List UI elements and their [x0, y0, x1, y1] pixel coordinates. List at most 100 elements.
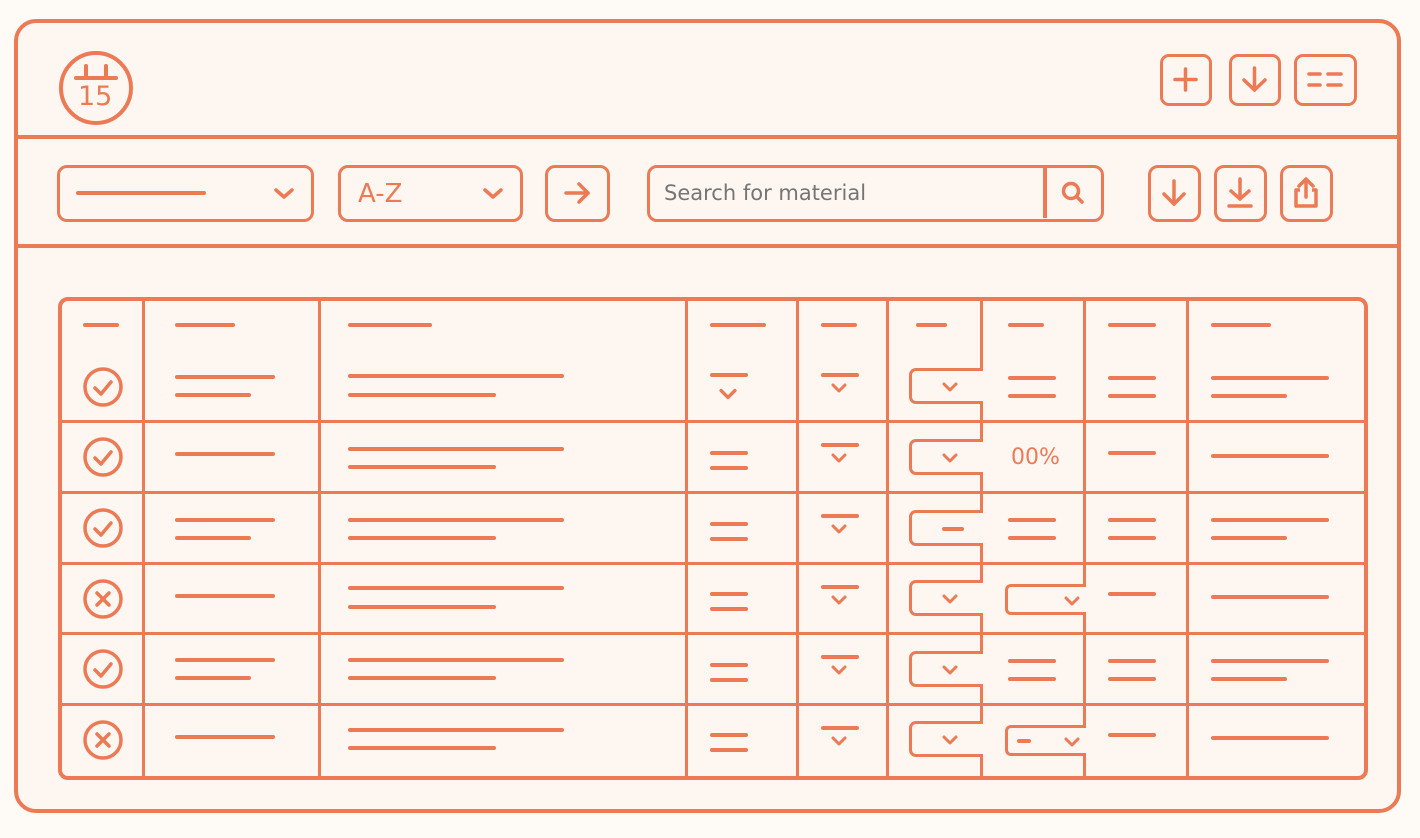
table-cell: [889, 494, 983, 565]
dropdown-select[interactable]: [909, 580, 983, 616]
text-placeholder: [348, 658, 564, 662]
table-row[interactable]: [62, 635, 1364, 706]
table-cell: [799, 494, 889, 565]
table-cell: [889, 635, 983, 706]
table-row[interactable]: 00%: [62, 423, 1364, 494]
text-placeholder: [1008, 659, 1056, 663]
x-circle-icon[interactable]: [83, 720, 123, 760]
check-circle-icon[interactable]: [83, 649, 123, 689]
table-row[interactable]: [62, 353, 1364, 423]
text-placeholder: [710, 592, 748, 596]
text-placeholder: [1211, 376, 1329, 380]
dropdown-select[interactable]: [909, 510, 983, 546]
table-cell: [889, 706, 983, 776]
calendar-15-icon[interactable]: 15: [56, 48, 136, 128]
text-placeholder: [1211, 536, 1287, 540]
table-cell: [321, 423, 688, 494]
text-placeholder: [175, 536, 251, 540]
logo-number: 15: [78, 81, 113, 112]
table-cell: [145, 706, 321, 776]
text-placeholder: [1008, 677, 1056, 681]
table-cell: [1086, 565, 1189, 635]
table-cell: [1189, 706, 1364, 776]
text-placeholder: [821, 655, 859, 659]
table-cell: [321, 565, 688, 635]
text-placeholder: [1108, 592, 1156, 596]
export-action-button[interactable]: [1280, 165, 1333, 222]
text-placeholder: [1211, 394, 1287, 398]
text-placeholder: [1211, 736, 1329, 740]
column-header[interactable]: [145, 301, 321, 353]
text-placeholder: [710, 678, 748, 682]
check-circle-icon[interactable]: [83, 437, 123, 477]
dropdown-select[interactable]: [909, 651, 983, 687]
column-header[interactable]: [62, 301, 145, 353]
save-action-button[interactable]: [1214, 165, 1267, 222]
table-cell: [688, 353, 799, 423]
table-row[interactable]: [62, 565, 1364, 635]
table-cell: [145, 635, 321, 706]
text-placeholder: [710, 451, 748, 455]
text-placeholder: [1108, 394, 1156, 398]
table-cell: [799, 635, 889, 706]
table-cell: [889, 565, 983, 635]
table-cell: [1189, 494, 1364, 565]
text-placeholder: [175, 594, 275, 598]
sort-select[interactable]: A-Z: [338, 165, 523, 222]
text-placeholder: [175, 658, 275, 662]
header-divider: [18, 135, 1397, 139]
download-button[interactable]: [1229, 54, 1281, 106]
table-cell: [1086, 706, 1189, 776]
text-placeholder: [821, 373, 859, 377]
column-header[interactable]: [688, 301, 799, 353]
download-action-button[interactable]: [1148, 165, 1201, 222]
text-placeholder: [348, 374, 564, 378]
table-row[interactable]: [62, 706, 1364, 776]
search-input[interactable]: [656, 174, 1052, 212]
text-placeholder: [348, 746, 496, 750]
column-header[interactable]: [889, 301, 983, 353]
search-bar: [647, 165, 1104, 222]
text-placeholder: [1211, 659, 1329, 663]
dropdown-select[interactable]: [1005, 725, 1086, 756]
column-header[interactable]: [1086, 301, 1189, 353]
table-cell: [889, 353, 983, 423]
check-circle-icon[interactable]: [83, 367, 123, 407]
add-button[interactable]: [1160, 54, 1212, 106]
check-circle-icon[interactable]: [83, 508, 123, 548]
text-placeholder: [1108, 451, 1156, 455]
x-circle-icon[interactable]: [83, 579, 123, 619]
table-cell: 00%: [983, 423, 1086, 494]
table-cell: [1086, 494, 1189, 565]
dropdown-select[interactable]: [909, 368, 983, 404]
table-cell: [145, 565, 321, 635]
table-cell: [983, 494, 1086, 565]
dropdown-select[interactable]: [1005, 584, 1086, 615]
text-placeholder: [1008, 394, 1056, 398]
text-placeholder: [1008, 518, 1056, 522]
text-placeholder: [1108, 376, 1156, 380]
table-cell: [983, 635, 1086, 706]
filter-select[interactable]: [57, 165, 314, 222]
apply-button[interactable]: [545, 165, 610, 222]
view-toggle-button[interactable]: [1294, 54, 1357, 106]
table-cell: [983, 706, 1086, 776]
text-placeholder: [710, 373, 748, 377]
column-header[interactable]: [1189, 301, 1364, 353]
column-header[interactable]: [799, 301, 889, 353]
column-header[interactable]: [983, 301, 1086, 353]
table-cell: [1189, 635, 1364, 706]
text-placeholder: [710, 748, 748, 752]
table-cell: [62, 494, 145, 565]
table-cell: [688, 635, 799, 706]
table-cell: [688, 706, 799, 776]
text-placeholder: [821, 443, 859, 447]
table-row[interactable]: [62, 494, 1364, 565]
dropdown-select[interactable]: [909, 439, 983, 475]
chevron-down-icon: [942, 735, 958, 745]
dropdown-select[interactable]: [909, 721, 983, 757]
share-icon: [1294, 177, 1318, 208]
chevron-down-icon: [942, 382, 958, 392]
search-button[interactable]: [1047, 168, 1100, 218]
column-header[interactable]: [321, 301, 688, 353]
